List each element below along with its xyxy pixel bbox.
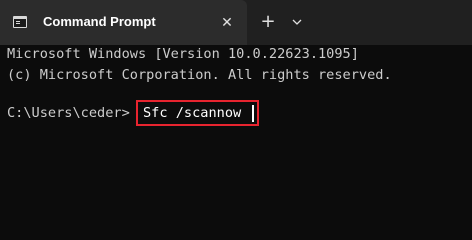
title-bar: Command Prompt ✕ +	[0, 0, 472, 45]
terminal-icon	[13, 16, 27, 28]
chevron-down-icon	[292, 19, 302, 25]
tab-command-prompt[interactable]: Command Prompt ✕	[0, 0, 247, 45]
tab-dropdown-button[interactable]	[287, 11, 307, 33]
text-cursor	[252, 105, 254, 122]
terminal-window: Command Prompt ✕ + Microsoft Windows [Ve…	[0, 0, 472, 219]
output-line-copyright: (c) Microsoft Corporation. All rights re…	[7, 67, 392, 83]
terminal-output[interactable]: Microsoft Windows [Version 10.0.22623.10…	[0, 45, 472, 219]
output-line-version: Microsoft Windows [Version 10.0.22623.10…	[7, 46, 359, 62]
new-tab-button[interactable]: +	[257, 11, 279, 33]
command-input[interactable]: Sfc /scannow	[143, 104, 241, 122]
tab-title: Command Prompt	[43, 14, 156, 29]
command-prompt-path: C:\Users\ceder>	[7, 105, 130, 121]
close-tab-button[interactable]: ✕	[216, 12, 238, 34]
